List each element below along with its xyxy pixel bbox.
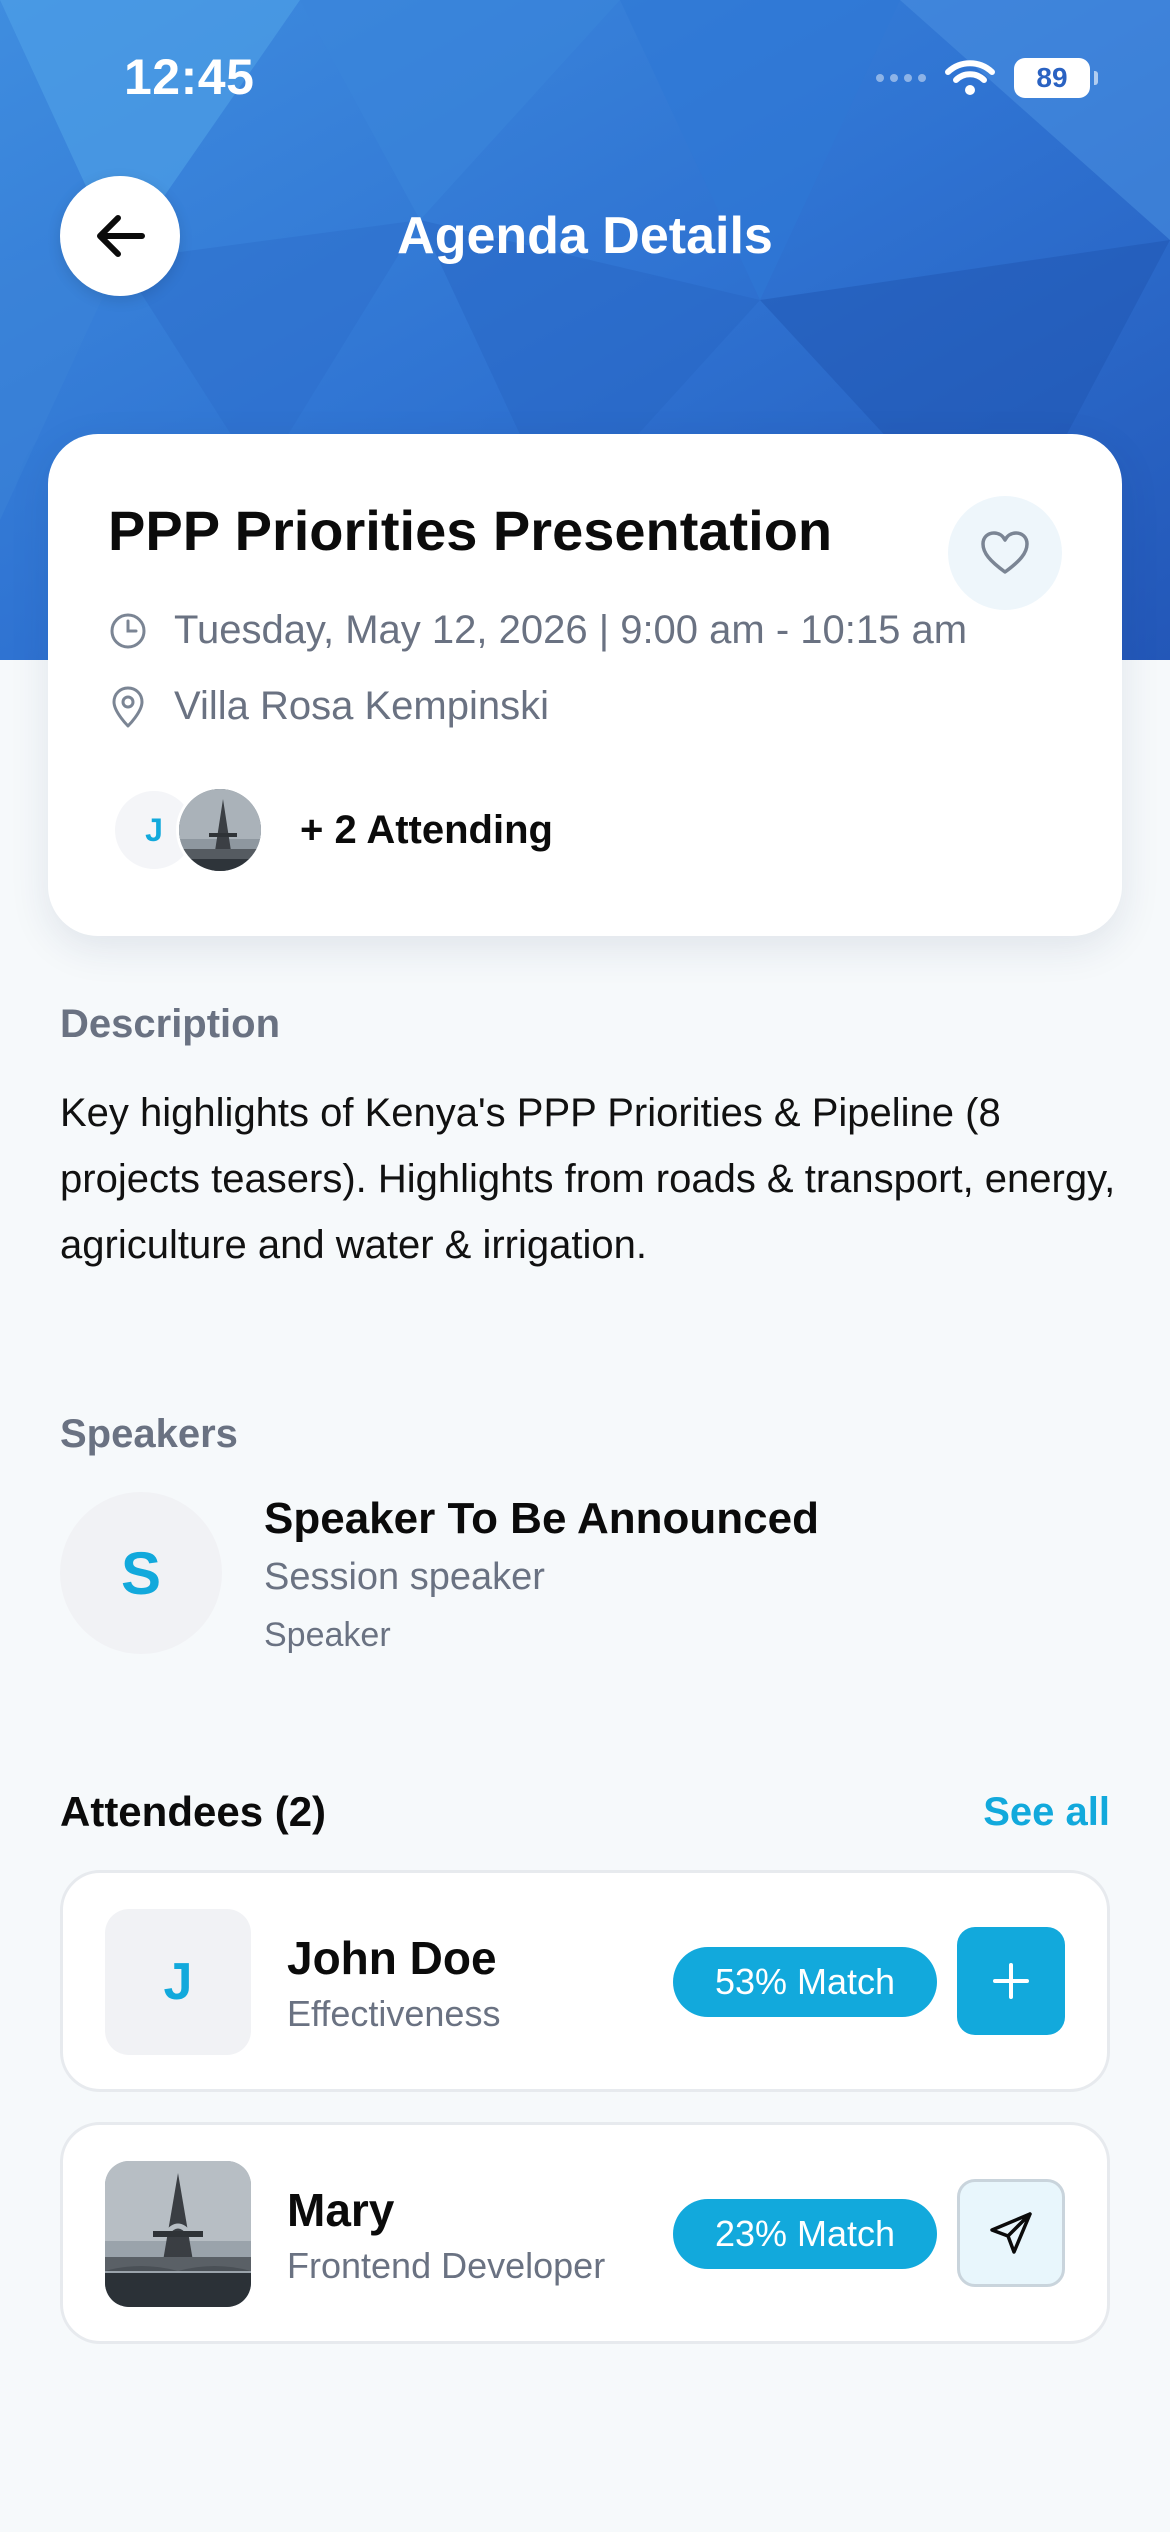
eiffel-tower-photo bbox=[105, 2161, 251, 2307]
speaker-name[interactable]: Speaker To Be Announced bbox=[264, 1494, 819, 1544]
avatar bbox=[176, 786, 264, 874]
list-item[interactable]: J John Doe Effectiveness 53% Match bbox=[60, 1870, 1110, 2092]
send-icon bbox=[990, 2212, 1032, 2254]
event-card: PPP Priorities Presentation Tuesday, May… bbox=[48, 434, 1122, 936]
description-label: Description bbox=[60, 1002, 281, 1046]
status-icons: 89 bbox=[876, 56, 1098, 100]
agenda-details-screen: 12:45 89 Agenda Details PPP Priorities P… bbox=[0, 0, 1170, 2532]
add-connection-button[interactable] bbox=[957, 1927, 1065, 2035]
event-datetime: Tuesday, May 12, 2026 | 9:00 am - 10:15 … bbox=[174, 608, 968, 652]
avatar[interactable]: S bbox=[60, 1492, 222, 1654]
speaker-role: Session speaker bbox=[264, 1556, 545, 1598]
page-title: Agenda Details bbox=[397, 207, 773, 265]
attendee-role: Frontend Developer bbox=[287, 2245, 606, 2286]
attending-count: + 2 Attending bbox=[300, 807, 553, 852]
attendee-role: Effectiveness bbox=[287, 1993, 501, 2034]
event-title: PPP Priorities Presentation bbox=[108, 499, 833, 562]
eiffel-tower-photo bbox=[179, 789, 261, 871]
wifi-icon bbox=[945, 60, 995, 95]
signal-icon bbox=[876, 74, 926, 82]
event-datetime-row: Tuesday, May 12, 2026 | 9:00 am - 10:15 … bbox=[108, 608, 967, 653]
list-item[interactable]: Mary Frontend Developer 23% Match bbox=[60, 2122, 1110, 2344]
description-text: Key highlights of Kenya's PPP Priorities… bbox=[60, 1091, 1116, 1267]
attendee-name: John Doe bbox=[287, 1932, 497, 1984]
plus-icon bbox=[993, 1963, 1029, 1999]
battery-icon: 89 bbox=[1014, 58, 1098, 98]
favorite-button[interactable] bbox=[948, 496, 1062, 610]
map-pin-icon bbox=[112, 686, 144, 727]
attending-summary[interactable]: J + 2 Attending bbox=[112, 786, 553, 874]
heart-icon bbox=[981, 531, 1029, 574]
attendees-title: Attendees (2) bbox=[60, 1788, 327, 1835]
attendee-name: Mary bbox=[287, 2184, 395, 2236]
event-location: Villa Rosa Kempinski bbox=[174, 684, 549, 728]
see-all-link[interactable]: See all bbox=[983, 1790, 1110, 1835]
avatar: J bbox=[105, 1909, 251, 2055]
avatar bbox=[105, 2161, 251, 2307]
send-message-button[interactable] bbox=[957, 2179, 1065, 2287]
event-location-row: Villa Rosa Kempinski bbox=[108, 684, 549, 729]
match-badge: 53% Match bbox=[673, 1947, 937, 2017]
speakers-label: Speakers bbox=[60, 1412, 238, 1456]
status-time: 12:45 bbox=[124, 49, 255, 105]
speaker-type: Speaker bbox=[264, 1616, 391, 1654]
clock-icon bbox=[110, 613, 146, 648]
match-badge: 23% Match bbox=[673, 2199, 937, 2269]
